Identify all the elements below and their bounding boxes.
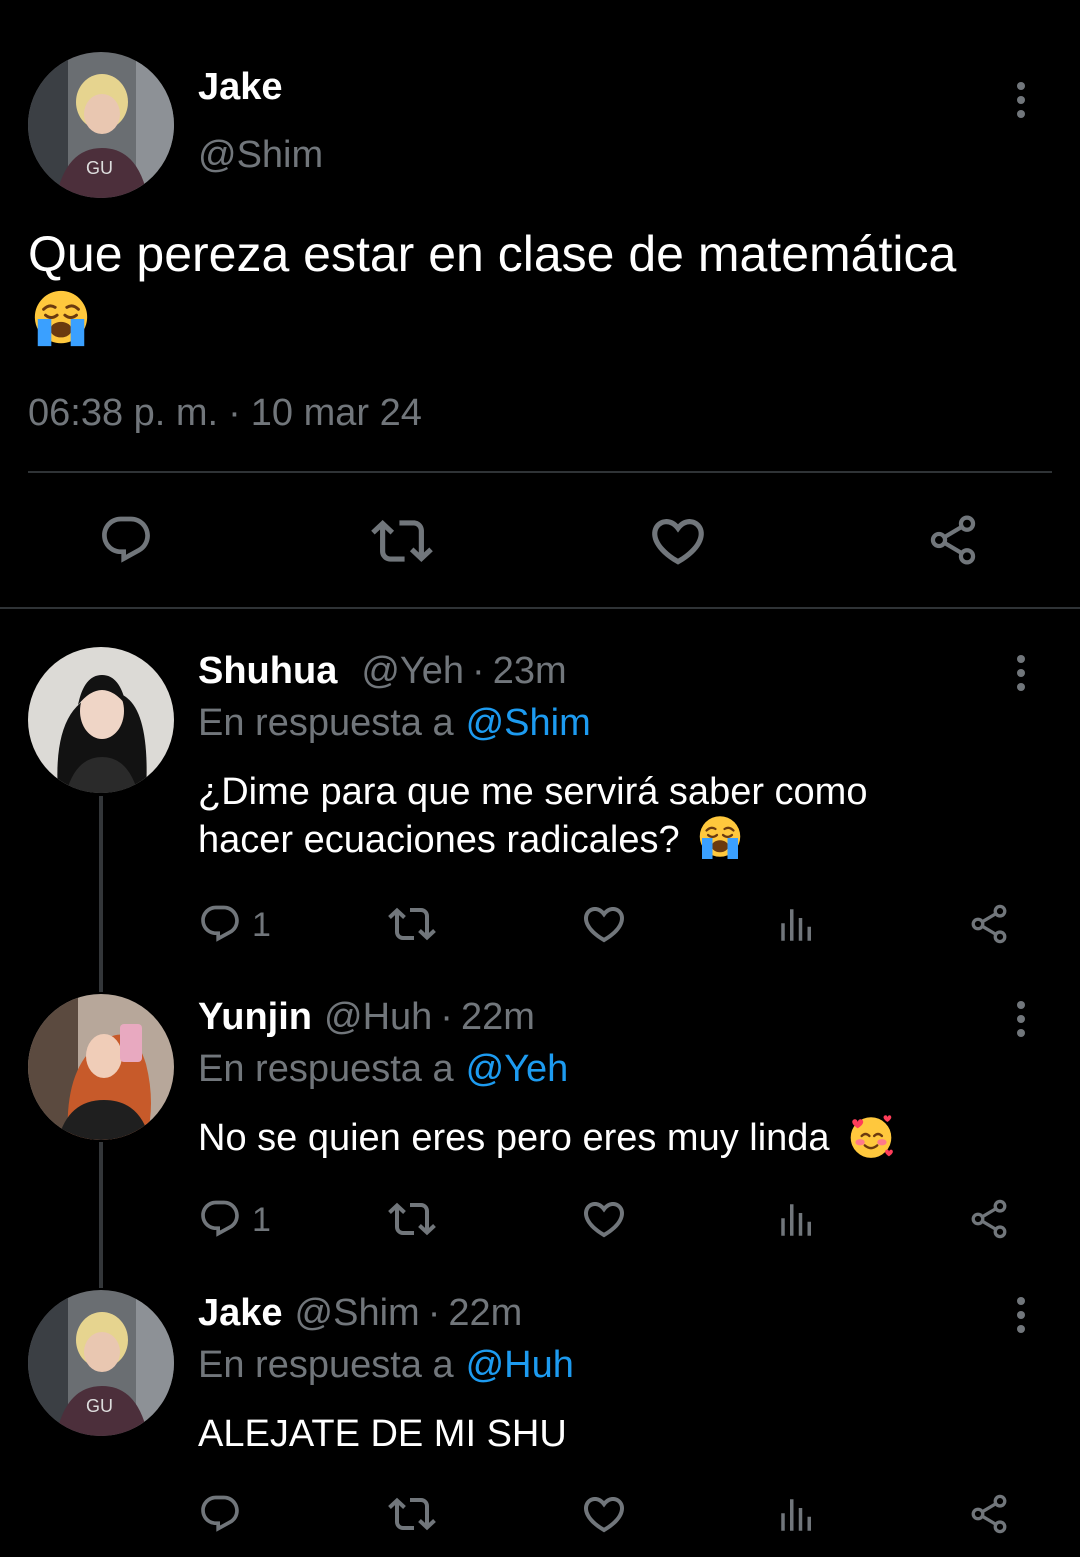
reply-icon[interactable] (198, 1492, 242, 1536)
reply-prefix: En respuesta a (198, 1344, 454, 1386)
reply-display-name[interactable]: Shuhua (198, 650, 337, 693)
reply-display-name[interactable]: Jake (198, 1292, 283, 1335)
reply-text-line: No se quien eres pero eres muy linda (198, 1117, 830, 1159)
reply-dot: · (472, 650, 485, 692)
reply-text-line: ¿Dime para que me servirá saber como (198, 771, 868, 813)
svg-text:GU: GU (86, 1396, 113, 1416)
reply-prefix: En respuesta a (198, 1048, 454, 1090)
like-icon[interactable] (580, 1490, 628, 1538)
reply-dot: · (440, 996, 453, 1038)
reply-time[interactable]: 22m (448, 1292, 522, 1335)
views-icon[interactable] (776, 1494, 818, 1536)
reply-context: En respuesta a @Yeh (198, 1048, 568, 1091)
more-options-icon[interactable] (1006, 651, 1036, 695)
reply-text: No se quien eres pero eres muy linda (198, 1114, 896, 1162)
reply-handle[interactable]: @Shim (295, 1292, 420, 1335)
avatar-jake[interactable]: GU (28, 1290, 174, 1436)
reply-to-link[interactable]: @Shim (466, 702, 591, 745)
more-options-icon[interactable] (1006, 997, 1036, 1041)
retweet-icon[interactable] (371, 510, 433, 572)
svg-text:GU: GU (86, 158, 113, 178)
retweet-icon[interactable] (388, 1195, 436, 1243)
more-options-icon[interactable] (1006, 1293, 1036, 1337)
reply-time[interactable]: 22m (461, 996, 535, 1039)
main-display-name[interactable]: Jake (198, 66, 283, 109)
reply-context: En respuesta a @Huh (198, 1344, 574, 1387)
divider (0, 607, 1080, 609)
reply-context: En respuesta a @Shim (198, 702, 591, 745)
smiling-face-with-hearts-icon (846, 1111, 896, 1161)
views-icon[interactable] (776, 1199, 818, 1241)
reply-prefix: En respuesta a (198, 702, 454, 744)
thread-line (99, 1142, 103, 1288)
reply-handle[interactable]: @Huh (324, 996, 432, 1039)
share-icon[interactable] (967, 902, 1011, 946)
reply-icon[interactable] (198, 1197, 242, 1241)
more-options-icon[interactable] (1006, 78, 1036, 122)
main-separator: · (228, 392, 241, 434)
reply-header: Yunjin @Huh · 22m (198, 996, 535, 1039)
avatar-shuhua[interactable] (28, 647, 174, 793)
main-handle[interactable]: @Shim (198, 134, 323, 177)
reply-header: Shuhua @Yeh · 23m (198, 650, 567, 693)
views-icon[interactable] (776, 904, 818, 946)
like-icon[interactable] (647, 510, 709, 572)
retweet-icon[interactable] (388, 900, 436, 948)
main-timestamp[interactable]: 06:38 p. m. · 10 mar 24 (28, 392, 422, 435)
reply-text: ¿Dime para que me servirá saber como hac… (198, 768, 1058, 864)
avatar-jake[interactable]: GU (28, 52, 174, 198)
like-icon[interactable] (580, 900, 628, 948)
reply-text-line: hacer ecuaciones radicales? (198, 819, 680, 861)
main-tweet-text-content: Que pereza estar en clase de matemática (28, 226, 957, 282)
loudly-crying-face-icon (30, 288, 92, 350)
avatar-yunjin[interactable] (28, 994, 174, 1140)
reply-count: 1 (252, 1201, 271, 1239)
reply-dot: · (427, 1292, 441, 1334)
share-icon[interactable] (967, 1492, 1011, 1536)
reply-display-name[interactable]: Yunjin (198, 996, 312, 1039)
main-date: 10 mar 24 (250, 392, 422, 434)
main-tweet-text: Que pereza estar en clase de matemática (28, 224, 1058, 284)
reply-icon[interactable] (98, 512, 154, 568)
reply-header: Jake @Shim · 22m (198, 1292, 522, 1335)
reply-to-link[interactable]: @Yeh (466, 1048, 569, 1091)
thread-line (99, 796, 103, 992)
loudly-crying-face-icon (696, 814, 744, 862)
reply-text: ALEJATE DE MI SHU (198, 1413, 567, 1455)
reply-to-link[interactable]: @Huh (466, 1344, 574, 1387)
reply-time[interactable]: 23m (493, 650, 567, 693)
main-time: 06:38 p. m. (28, 392, 219, 434)
share-icon[interactable] (925, 512, 981, 568)
reply-count: 1 (252, 906, 271, 944)
divider (28, 471, 1052, 473)
reply-icon[interactable] (198, 902, 242, 946)
reply-handle[interactable]: @Yeh (361, 650, 464, 693)
retweet-icon[interactable] (388, 1490, 436, 1538)
like-icon[interactable] (580, 1195, 628, 1243)
share-icon[interactable] (967, 1197, 1011, 1241)
